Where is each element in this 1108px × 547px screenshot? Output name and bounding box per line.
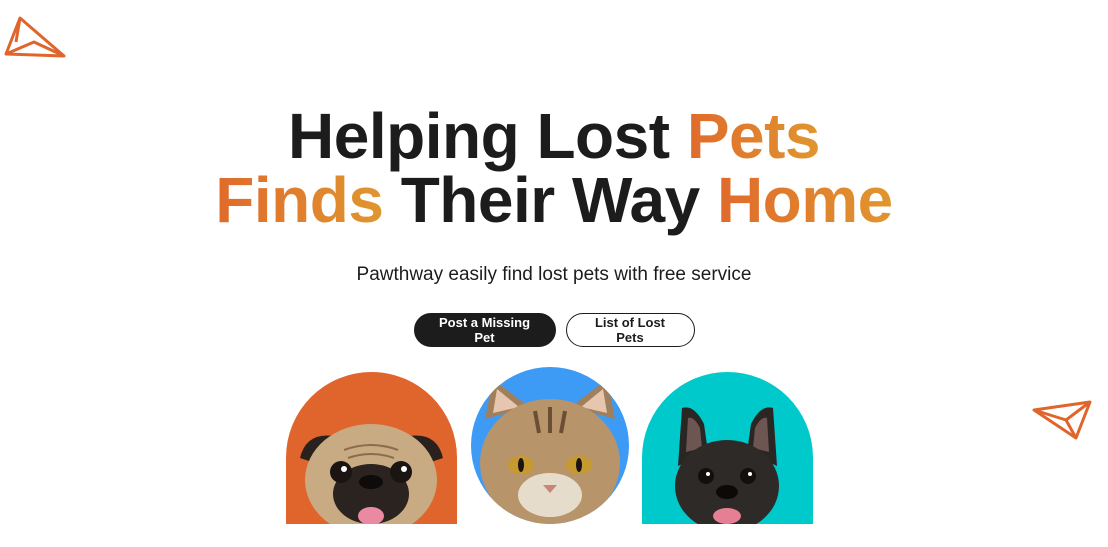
hero-actions: Post a Missing Pet List of Lost Pets: [0, 313, 1108, 347]
post-missing-pet-button[interactable]: Post a Missing Pet: [413, 313, 556, 347]
hero-title-text: Their Way: [383, 164, 717, 236]
pug-illustration: [300, 424, 443, 524]
hero-title-accent: Home: [716, 164, 893, 236]
cat-illustration: [480, 379, 620, 524]
hero-title: Helping Lost Pets Finds Their Way Home: [0, 104, 1108, 232]
pug-photo: [286, 372, 457, 524]
paper-plane-icon: [4, 16, 66, 58]
hero-title-line-1: Helping Lost Pets: [0, 104, 1108, 168]
cat-photo: [471, 367, 629, 524]
french-bulldog-photo: [642, 372, 813, 524]
hero-title-text: Helping Lost: [288, 100, 687, 172]
hero-title-accent: Pets: [686, 100, 821, 172]
paper-plane-icon: [1032, 400, 1092, 440]
list-lost-pets-button[interactable]: List of Lost Pets: [565, 313, 695, 347]
hero-title-accent: Finds: [215, 164, 384, 236]
hero-subtitle: Pawthway easily find lost pets with free…: [356, 264, 752, 285]
hero-title-line-2: Finds Their Way Home: [0, 168, 1108, 232]
french-bulldog-illustration: [675, 407, 779, 524]
